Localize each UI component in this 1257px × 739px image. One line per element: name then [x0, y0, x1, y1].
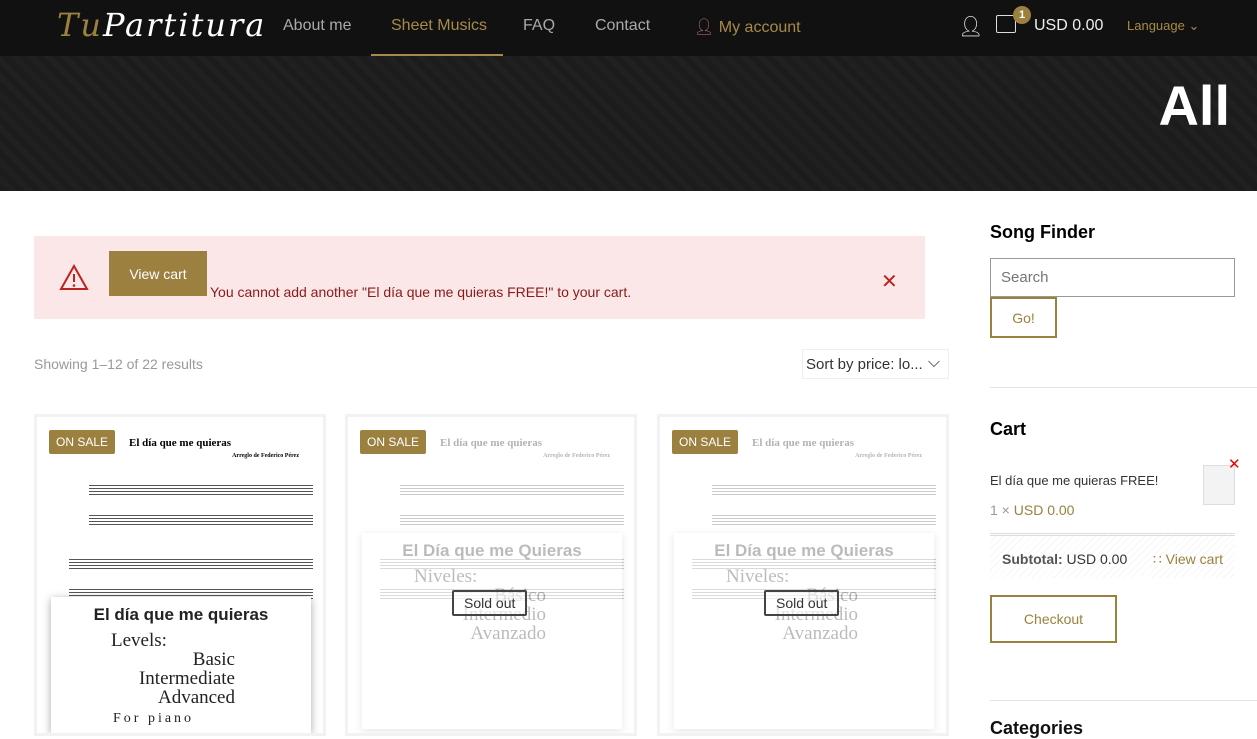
categories-title: Categories [990, 718, 1084, 738]
cover-image: El Día que me Quieras Niveles: BásicoInt… [362, 533, 622, 729]
product-card[interactable]: El día que me quieras Arreglo de Federic… [345, 414, 637, 736]
sold-out-label: Sold out [452, 590, 528, 616]
warning-icon [59, 264, 89, 290]
chevron-down-icon: ⌵ [927, 354, 940, 371]
on-sale-badge: ON SALE [672, 430, 739, 454]
song-finder-title: Song Finder [990, 222, 1095, 242]
cart-total[interactable]: USD 0.00 [1034, 17, 1103, 35]
nav-sheet-musics[interactable]: Sheet Musics [391, 17, 487, 35]
top-nav: TuPartitura About me Sheet Musics FAQ Co… [0, 0, 1257, 58]
divider [990, 387, 1257, 388]
result-count: Showing 1–12 of 22 results [34, 356, 203, 372]
staff [89, 515, 313, 527]
chevron-down-icon: ⌄ [1188, 18, 1200, 33]
cart-item-name[interactable]: El día que me quieras FREE! [990, 473, 1158, 488]
staff [89, 485, 313, 497]
nav-faq[interactable]: FAQ [523, 17, 555, 35]
nav-my-account[interactable]: 👤︎ My account [694, 17, 801, 37]
view-cart-button[interactable]: View cart [109, 251, 207, 296]
grid-icon: ∷ [1152, 551, 1162, 567]
page-title: All [1158, 74, 1230, 137]
cart-title: Cart [990, 419, 1027, 439]
nav-contact[interactable]: Contact [595, 17, 650, 35]
close-icon[interactable]: ✕ [881, 269, 898, 294]
cover-image: El Día que me Quieras Niveles: BásicoInt… [674, 533, 934, 729]
sidebar-view-cart-link[interactable]: ∷ View cart [1153, 551, 1223, 568]
page-hero: All [0, 56, 1257, 191]
product-card[interactable]: El día que me quieras Arreglo de Federic… [34, 414, 326, 736]
checkout-button[interactable]: Checkout [990, 595, 1117, 643]
cart-subtotal: Subtotal: USD 0.00 ∷ View cart [990, 533, 1235, 578]
go-button[interactable]: Go! [990, 297, 1057, 338]
remove-item-icon[interactable]: ✕ [1228, 455, 1241, 473]
cart-count-badge: 1 [1013, 6, 1031, 24]
staff [400, 515, 624, 527]
product-card[interactable]: El día que me quieras Arreglo de Federic… [657, 414, 949, 736]
sold-out-label: Sold out [764, 590, 840, 616]
sort-select[interactable]: Sort by price: lo... ⌵ [802, 349, 949, 379]
cover-image: El día que me quieras Levels: Basic Inter… [51, 597, 311, 733]
language-select[interactable]: Language ⌄ [1127, 18, 1199, 34]
staff [712, 515, 936, 527]
nav-about-me[interactable]: About me [283, 17, 351, 35]
on-sale-badge: ON SALE [360, 430, 427, 454]
account-icon[interactable]: 👤︎ [958, 14, 983, 39]
staff [712, 485, 936, 497]
logo[interactable]: TuPartitura [57, 6, 266, 44]
notice-message: You cannot add another "El día que me qu… [210, 284, 632, 300]
search-input[interactable] [990, 258, 1235, 297]
divider [990, 700, 1257, 701]
error-notice: View cart You cannot add another "El día… [34, 236, 925, 319]
staff [400, 485, 624, 497]
on-sale-badge: ON SALE [49, 430, 116, 454]
staff [69, 559, 313, 571]
user-icon: 👤︎ [694, 19, 715, 36]
cart-item-qty: 1 × USD 0.00 [990, 502, 1075, 518]
